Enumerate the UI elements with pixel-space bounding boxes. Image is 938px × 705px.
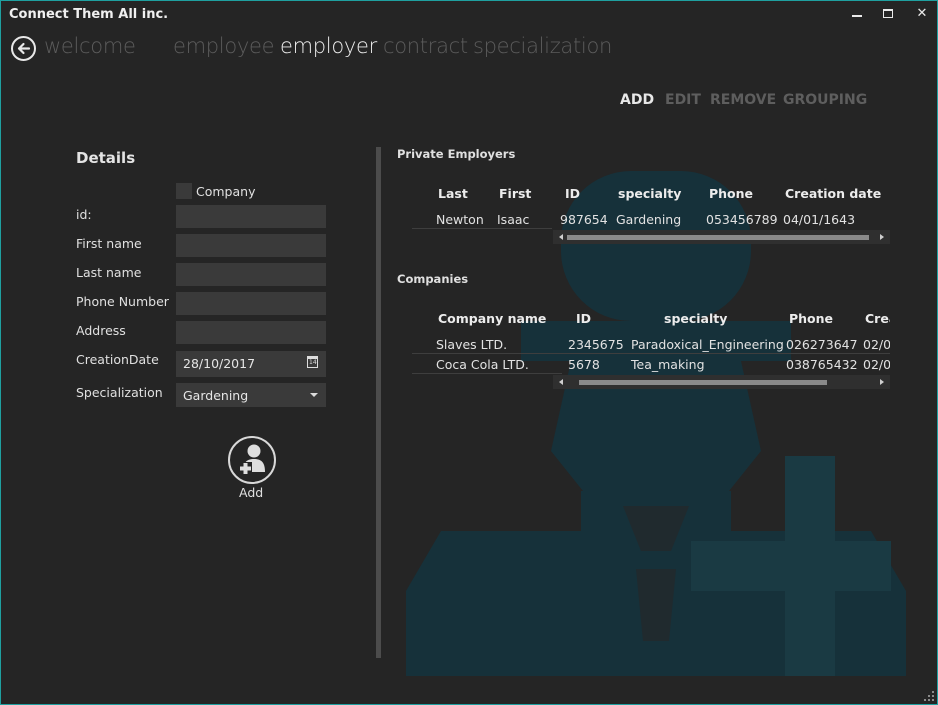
table-cell[interactable]: Gardening bbox=[616, 212, 681, 227]
address-input[interactable] bbox=[176, 321, 326, 344]
resize-grip-icon[interactable] bbox=[924, 691, 934, 701]
creation-date-picker[interactable]: 28/10/2017 14 bbox=[176, 351, 326, 377]
id-label: id: bbox=[76, 207, 92, 222]
back-arrow-icon bbox=[17, 42, 31, 55]
nav-contract[interactable]: contract bbox=[383, 34, 468, 58]
table-cell[interactable]: 02/0 bbox=[863, 357, 890, 372]
company-checkbox-label[interactable]: Company bbox=[196, 184, 255, 199]
add-employer-button[interactable] bbox=[228, 436, 276, 484]
column-header[interactable]: ID bbox=[565, 186, 580, 201]
scroll-thumb[interactable] bbox=[579, 380, 827, 385]
table-cell[interactable]: Slaves LTD. bbox=[436, 337, 507, 352]
close-icon: ✕ bbox=[916, 6, 928, 21]
table-cell[interactable]: 04/01/1643 bbox=[783, 212, 855, 227]
first-name-input[interactable] bbox=[176, 234, 326, 257]
close-button[interactable]: ✕ bbox=[912, 5, 932, 23]
id-input[interactable] bbox=[176, 205, 326, 228]
address-label: Address bbox=[76, 323, 126, 338]
table-cell[interactable]: Tea_making bbox=[631, 357, 705, 372]
column-header[interactable]: Phone bbox=[709, 186, 753, 201]
table-cell[interactable]: Isaac bbox=[497, 212, 529, 227]
column-header[interactable]: Phone bbox=[789, 311, 833, 326]
table-cell[interactable]: 02/0 bbox=[863, 337, 890, 352]
column-header[interactable]: ID bbox=[576, 311, 591, 326]
phone-label: Phone Number bbox=[76, 294, 169, 309]
app-title: Connect Them All inc. bbox=[9, 7, 169, 22]
panel-splitter[interactable] bbox=[376, 147, 381, 658]
minimize-button[interactable] bbox=[847, 5, 867, 23]
app-window: Connect Them All inc. ✕ welcome employee… bbox=[0, 0, 938, 705]
add-person-icon bbox=[239, 444, 265, 475]
scroll-right-icon[interactable] bbox=[880, 234, 884, 240]
last-name-label: Last name bbox=[76, 265, 142, 280]
row-divider bbox=[412, 228, 552, 229]
scroll-right-icon[interactable] bbox=[880, 379, 884, 385]
calendar-icon[interactable]: 14 bbox=[307, 356, 318, 368]
add-command[interactable]: ADD bbox=[620, 92, 654, 108]
chevron-down-icon bbox=[310, 393, 318, 397]
companies-title: Companies bbox=[397, 272, 469, 286]
row-divider bbox=[412, 353, 890, 354]
creation-date-value: 28/10/2017 bbox=[183, 356, 256, 371]
company-checkbox[interactable] bbox=[176, 183, 192, 199]
remove-command[interactable]: REMOVE bbox=[710, 92, 776, 108]
private-employers-title: Private Employers bbox=[397, 147, 516, 161]
column-header[interactable]: Last bbox=[438, 186, 468, 201]
title-bar: Connect Them All inc. ✕ bbox=[1, 1, 937, 29]
add-button-label: Add bbox=[239, 485, 264, 500]
private-employers-grid: Last First ID specialty Phone Creation d… bbox=[412, 179, 890, 231]
first-name-label: First name bbox=[76, 236, 142, 251]
nav-welcome[interactable]: welcome bbox=[44, 34, 136, 58]
row-divider bbox=[412, 373, 562, 374]
nav-employee[interactable]: employee bbox=[173, 34, 275, 58]
minimize-icon bbox=[852, 14, 862, 17]
column-header[interactable]: First bbox=[499, 186, 531, 201]
phone-input[interactable] bbox=[176, 292, 326, 315]
table-cell[interactable]: 026273647 bbox=[786, 337, 858, 352]
private-employers-scrollbar[interactable] bbox=[553, 230, 890, 244]
maximize-icon bbox=[883, 9, 893, 18]
column-header[interactable]: specialty bbox=[664, 311, 727, 326]
companies-grid: Company name ID specialty Phone Crea Sla… bbox=[412, 304, 890, 376]
edit-command[interactable]: EDIT bbox=[665, 92, 701, 108]
specialization-value: Gardening bbox=[183, 388, 249, 403]
last-name-input[interactable] bbox=[176, 263, 326, 286]
scroll-left-icon[interactable] bbox=[559, 234, 563, 240]
table-cell[interactable]: 038765432 bbox=[786, 357, 858, 372]
column-header[interactable]: Creation date bbox=[785, 186, 881, 201]
creation-date-label: CreationDate bbox=[76, 352, 159, 367]
table-cell[interactable]: Newton bbox=[436, 212, 484, 227]
specialization-select[interactable]: Gardening bbox=[176, 383, 326, 407]
column-header[interactable]: Crea bbox=[865, 311, 890, 326]
nav-specialization[interactable]: specialization bbox=[473, 34, 612, 58]
nav-employer[interactable]: employer bbox=[280, 34, 377, 58]
details-title: Details bbox=[76, 149, 136, 167]
table-cell[interactable]: 053456789 bbox=[706, 212, 778, 227]
companies-scrollbar[interactable] bbox=[553, 375, 890, 389]
table-cell[interactable]: 2345675 bbox=[568, 337, 624, 352]
grouping-command[interactable]: GROUPING bbox=[783, 92, 867, 108]
table-cell[interactable]: 987654 bbox=[560, 212, 608, 227]
employer-watermark-icon bbox=[406, 171, 906, 676]
scroll-left-icon[interactable] bbox=[559, 379, 563, 385]
specialization-label: Specialization bbox=[76, 385, 163, 400]
scroll-thumb[interactable] bbox=[567, 235, 869, 240]
back-button[interactable] bbox=[11, 36, 36, 61]
maximize-button[interactable] bbox=[878, 5, 898, 23]
column-header[interactable]: specialty bbox=[618, 186, 681, 201]
table-cell[interactable]: 5678 bbox=[568, 357, 600, 372]
table-cell[interactable]: Coca Cola LTD. bbox=[436, 357, 529, 372]
column-header[interactable]: Company name bbox=[438, 311, 546, 326]
table-cell[interactable]: Paradoxical_Engineering bbox=[631, 337, 784, 352]
